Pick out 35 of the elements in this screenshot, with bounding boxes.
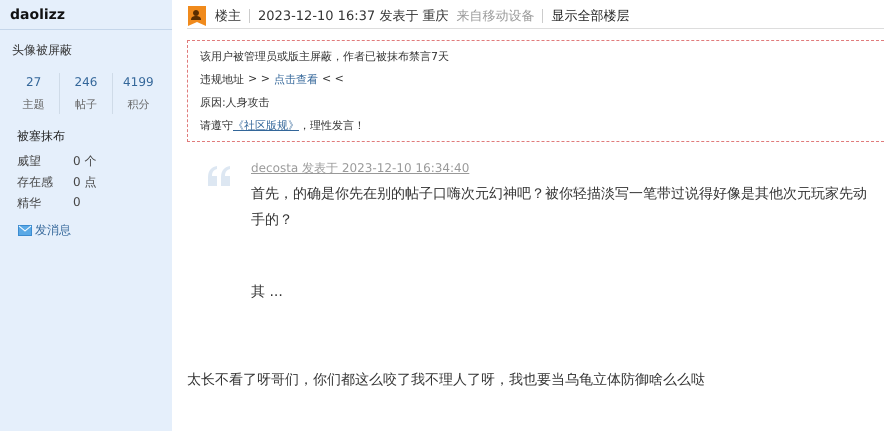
floor-owner-label: 楼主	[215, 8, 241, 24]
quote-mark-icon	[206, 166, 232, 186]
detail-value: 0 点	[73, 174, 98, 191]
detail-value: 0	[73, 195, 82, 211]
stat-value[interactable]: 27	[26, 75, 42, 89]
user-badge-icon	[187, 4, 207, 26]
stat-value[interactable]: 246	[74, 75, 98, 89]
quote-text: 首先，的确是你先在别的帖子口嗨次元幻神吧？被你轻描淡写一笔带过说得好像是其他次元玩家先动手的？	[251, 185, 868, 230]
view-link[interactable]: 点击查看	[274, 72, 318, 87]
username[interactable]: daolizz	[10, 6, 65, 22]
notice-arrows: < <	[322, 72, 344, 87]
quote-author[interactable]: decosta 发表于 2023-12-10 16:34:40	[251, 160, 871, 177]
stat-label: 主题	[22, 97, 45, 112]
detail-value: 0 个	[73, 153, 98, 170]
show-all-floors-link[interactable]: 显示全部楼层	[551, 6, 630, 24]
detail-label: 威望	[17, 153, 42, 170]
post-meta: 2023-12-10 16:37 发表于 重庆	[258, 8, 448, 24]
detail-label: 精华	[17, 195, 42, 212]
send-message-link[interactable]: 发消息	[18, 222, 71, 239]
stat-label: 积分	[127, 97, 150, 112]
detail-label: 存在感	[17, 174, 54, 191]
avatar-hidden-note: 头像被屏蔽	[12, 42, 73, 59]
notice-text: 原因:人身攻击	[200, 95, 271, 110]
envelope-icon	[18, 225, 32, 236]
notice-text: 请遵守《社区版规》，理性发言！	[200, 118, 366, 133]
stat-value[interactable]: 4199	[123, 75, 154, 89]
notice-arrows: > >	[248, 72, 270, 87]
quote-more: 其 ...	[251, 283, 284, 301]
stat-label: 帖子	[74, 97, 97, 112]
notice-text: 该用户被管理员或版主屏蔽，作者已被抹布禁言7天	[200, 49, 450, 64]
post-body: 太长不看了呀哥们，你们都这么咬了我不理人了呀，我也要当乌龟立体防御啥么么哒	[187, 371, 706, 389]
user-group: 被塞抹布	[17, 128, 172, 145]
notice-text: 违规地址	[200, 72, 244, 87]
rules-link[interactable]: 《社区版规》	[233, 119, 299, 132]
device-note: 来自移动设备	[456, 8, 534, 24]
